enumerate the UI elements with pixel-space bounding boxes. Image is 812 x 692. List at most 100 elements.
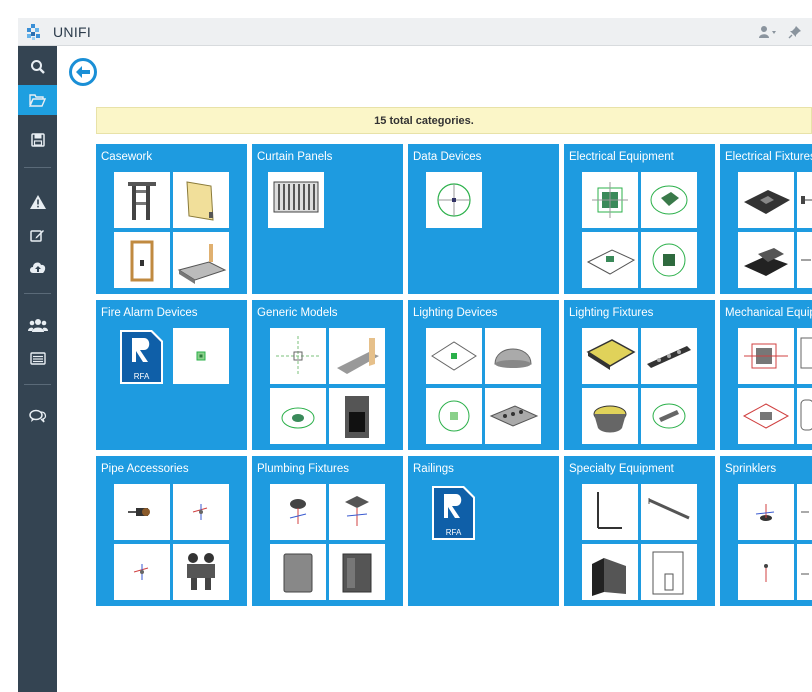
family-thumbnail[interactable] <box>738 388 794 444</box>
category-title: Railings <box>413 463 454 475</box>
category-tile-specialty-equipment[interactable]: Specialty Equipment <box>564 456 715 606</box>
family-thumbnail[interactable] <box>173 232 229 288</box>
category-tile-generic-models[interactable]: Generic Models <box>252 300 403 450</box>
title-bar: UNIFI <box>18 18 812 46</box>
window-left-edge <box>0 0 18 692</box>
family-thumbnail[interactable] <box>173 484 229 540</box>
category-count-banner: 15 total categories. <box>96 107 812 134</box>
sidebar-divider <box>24 293 51 294</box>
family-thumbnail[interactable] <box>173 328 229 384</box>
family-thumbnail[interactable] <box>173 172 229 228</box>
sidebar-warning-icon[interactable] <box>18 187 57 217</box>
family-thumbnail[interactable] <box>641 232 697 288</box>
category-tile-fire-alarm-devices[interactable]: Fire Alarm Devices RFA <box>96 300 247 450</box>
family-thumbnail[interactable] <box>797 544 812 600</box>
rfa-file-icon[interactable]: RFA <box>118 328 165 386</box>
family-thumbnail[interactable] <box>268 172 324 228</box>
family-thumbnail[interactable] <box>270 484 326 540</box>
sidebar-cloud-upload-icon[interactable] <box>18 252 57 282</box>
family-thumbnail[interactable] <box>582 484 638 540</box>
unifi-logo-icon <box>27 23 40 40</box>
category-title: Electrical Fixtures <box>725 151 812 163</box>
family-thumbnail[interactable] <box>173 544 229 600</box>
pin-icon[interactable] <box>788 25 802 39</box>
family-thumbnail[interactable] <box>329 328 385 384</box>
family-thumbnail[interactable] <box>738 232 794 288</box>
category-title: Fire Alarm Devices <box>101 307 198 319</box>
family-thumbnail[interactable] <box>797 172 812 228</box>
family-thumbnail[interactable] <box>641 328 697 384</box>
family-thumbnail[interactable] <box>641 388 697 444</box>
family-thumbnail[interactable] <box>426 388 482 444</box>
category-title: Curtain Panels <box>257 151 333 163</box>
family-thumbnail[interactable] <box>485 388 541 444</box>
family-thumbnail[interactable] <box>641 484 697 540</box>
back-arrow-icon[interactable] <box>68 57 98 87</box>
category-tile-plumbing-fixtures[interactable]: Plumbing Fixtures <box>252 456 403 606</box>
family-thumbnail[interactable] <box>582 232 638 288</box>
family-thumbnail[interactable] <box>641 544 697 600</box>
category-tile-mechanical-equipment[interactable]: Mechanical Equipment <box>720 300 812 450</box>
category-tile-electrical-fixtures[interactable]: Electrical Fixtures <box>720 144 812 294</box>
category-tile-lighting-devices[interactable]: Lighting Devices <box>408 300 559 450</box>
rfa-file-icon[interactable]: RFA <box>430 484 477 542</box>
family-thumbnail[interactable] <box>329 388 385 444</box>
family-thumbnail[interactable] <box>641 172 697 228</box>
family-thumbnail[interactable] <box>797 388 812 444</box>
family-thumbnail[interactable] <box>426 328 482 384</box>
family-thumbnail[interactable] <box>114 232 170 288</box>
category-grid: Casework Curtain Panels Data Devices Ele… <box>96 144 812 608</box>
svg-text:RFA: RFA <box>134 372 150 381</box>
user-icon[interactable] <box>758 25 778 39</box>
family-thumbnail[interactable] <box>270 328 326 384</box>
category-title: Specialty Equipment <box>569 463 674 475</box>
family-thumbnail[interactable] <box>797 232 812 288</box>
family-thumbnail[interactable] <box>114 544 170 600</box>
family-thumbnail[interactable] <box>797 484 812 540</box>
family-thumbnail[interactable] <box>270 544 326 600</box>
category-tile-casework[interactable]: Casework <box>96 144 247 294</box>
category-title: Plumbing Fixtures <box>257 463 350 475</box>
sidebar-chat-icon[interactable] <box>18 401 57 431</box>
family-thumbnail[interactable] <box>114 172 170 228</box>
category-tile-electrical-equipment[interactable]: Electrical Equipment <box>564 144 715 294</box>
category-tile-sprinklers[interactable]: Sprinklers <box>720 456 812 606</box>
family-thumbnail[interactable] <box>797 328 812 384</box>
family-thumbnail[interactable] <box>114 484 170 540</box>
family-thumbnail[interactable] <box>329 544 385 600</box>
sidebar-edit-icon[interactable] <box>18 220 57 250</box>
category-title: Mechanical Equipment <box>725 307 812 319</box>
category-title: Casework <box>101 151 153 163</box>
category-title: Sprinklers <box>725 463 777 475</box>
family-thumbnail[interactable] <box>738 484 794 540</box>
category-title: Pipe Accessories <box>101 463 189 475</box>
sidebar-save-icon[interactable] <box>18 125 57 155</box>
family-thumbnail[interactable] <box>582 172 638 228</box>
sidebar-search-icon[interactable] <box>18 52 57 82</box>
family-thumbnail[interactable] <box>329 484 385 540</box>
category-title: Data Devices <box>413 151 482 163</box>
category-tile-data-devices[interactable]: Data Devices <box>408 144 559 294</box>
family-thumbnail[interactable] <box>270 388 326 444</box>
category-title: Electrical Equipment <box>569 151 674 163</box>
window-top-edge <box>0 0 812 18</box>
family-thumbnail[interactable] <box>582 388 638 444</box>
category-title: Lighting Fixtures <box>569 307 654 319</box>
sidebar-list-icon[interactable] <box>18 343 57 373</box>
svg-text:RFA: RFA <box>446 528 462 537</box>
family-thumbnail[interactable] <box>738 172 794 228</box>
family-thumbnail[interactable] <box>738 328 794 384</box>
family-thumbnail[interactable] <box>582 544 638 600</box>
family-thumbnail[interactable] <box>485 328 541 384</box>
category-tile-curtain-panels[interactable]: Curtain Panels <box>252 144 403 294</box>
sidebar-divider <box>24 167 51 168</box>
category-tile-lighting-fixtures[interactable]: Lighting Fixtures <box>564 300 715 450</box>
family-thumbnail[interactable] <box>582 328 638 384</box>
category-tile-railings[interactable]: Railings RFA <box>408 456 559 606</box>
sidebar-folder-open-icon[interactable] <box>18 85 57 115</box>
app-title: UNIFI <box>53 23 92 40</box>
sidebar-users-icon[interactable] <box>18 310 57 340</box>
category-tile-pipe-accessories[interactable]: Pipe Accessories <box>96 456 247 606</box>
family-thumbnail[interactable] <box>426 172 482 228</box>
family-thumbnail[interactable] <box>738 544 794 600</box>
